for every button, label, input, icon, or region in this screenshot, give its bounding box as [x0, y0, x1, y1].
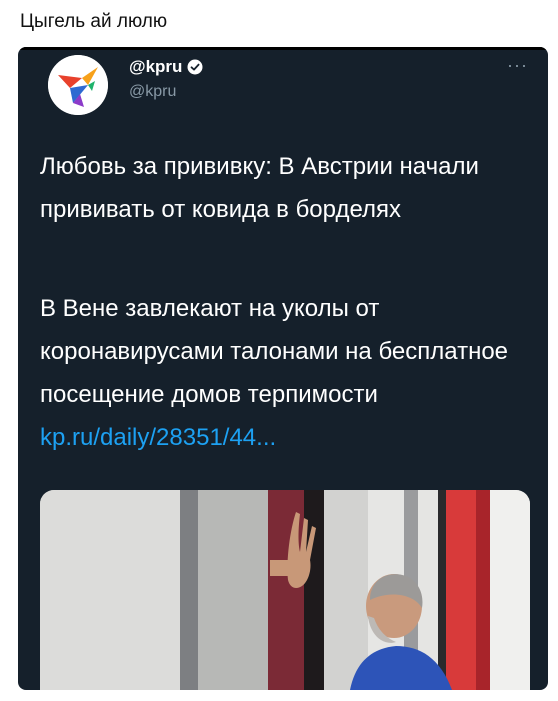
tweet-author-handle[interactable]: @kpru	[129, 83, 176, 101]
more-dots-icon[interactable]: ···	[507, 55, 528, 76]
display-name: @kpru	[129, 57, 183, 76]
tweet-author-name[interactable]: @kpru	[129, 57, 203, 77]
post-caption: Цыгель ай люлю	[20, 11, 168, 32]
tweet-text-paragraph-1: Любовь за прививку: В Австрии начали при…	[40, 153, 479, 223]
photo-illustration	[40, 490, 530, 690]
tweet-text-paragraph-2: В Вене завлекают на уколы от коронавирус…	[40, 287, 530, 459]
kp-logo-bird-icon	[48, 55, 108, 115]
avatar[interactable]	[48, 55, 108, 115]
verified-badge-icon	[187, 59, 203, 75]
tweet-text-body: В Вене завлекают на уколы от коронавирус…	[40, 295, 509, 408]
tweet-media-image[interactable]	[40, 490, 530, 690]
card-top-border	[18, 47, 548, 50]
tweet-card[interactable]: @kpru @kpru ··· Любовь за прививку: В Ав…	[18, 47, 548, 690]
tweet-link[interactable]: kp.ru/daily/28351/44...	[40, 424, 276, 451]
